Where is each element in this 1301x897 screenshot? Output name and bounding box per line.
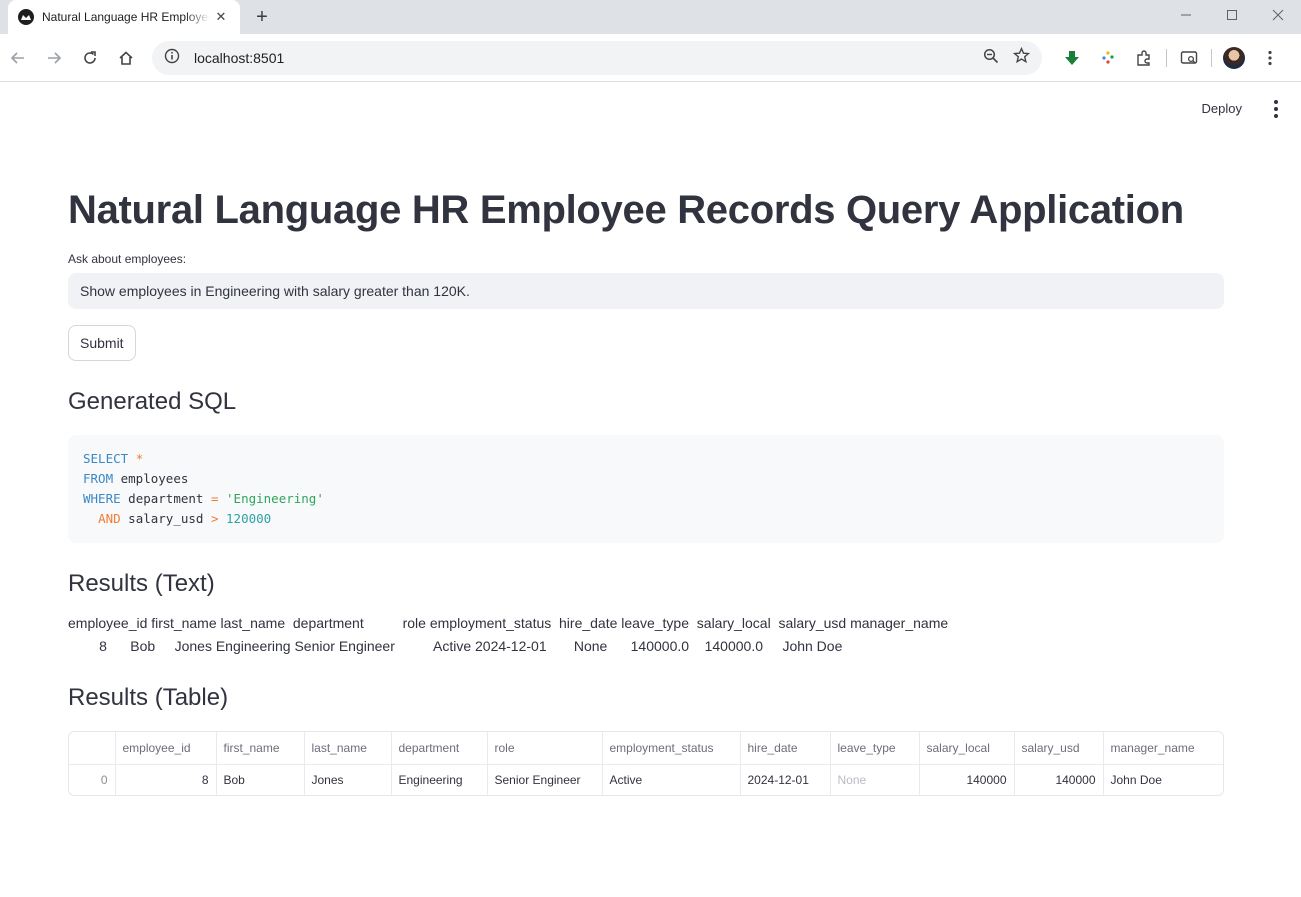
sql-code-line: WHERE department = 'Engineering' (83, 489, 1209, 509)
results-dataframe[interactable]: employee_id first_name last_name department… (68, 731, 1224, 796)
browser-menu-icon[interactable] (1252, 44, 1288, 72)
site-info-icon[interactable] (164, 48, 180, 69)
table-cell[interactable]: Jones (304, 764, 392, 795)
app-menu-icon[interactable] (1267, 98, 1285, 120)
maximize-icon[interactable] (1209, 0, 1255, 30)
new-tab-button[interactable]: + (250, 5, 274, 29)
sql-token: 'Engineering' (226, 491, 324, 506)
deploy-button[interactable]: Deploy (1202, 101, 1242, 116)
sql-code-line: SELECT * (83, 449, 1209, 469)
sql-token: department (120, 491, 211, 506)
close-tab-icon[interactable]: ✕ (212, 8, 230, 26)
column-header[interactable]: employee_id (115, 732, 217, 765)
sql-token: FROM (83, 471, 114, 486)
results-text-heading: Results (Text) (68, 570, 215, 597)
sql-code-line: AND salary_usd > 120000 (83, 509, 1209, 529)
puzzle-extensions-icon[interactable] (1126, 44, 1162, 72)
sql-token: AND (98, 511, 121, 526)
table-cell[interactable]: Engineering (391, 764, 488, 795)
sql-token: salary_usd (120, 511, 211, 526)
sql-token: WHERE (83, 491, 121, 506)
minimize-icon[interactable] (1163, 0, 1209, 30)
sql-token: * (135, 451, 144, 466)
results-table-heading: Results (Table) (68, 684, 229, 711)
generated-sql-heading: Generated SQL (68, 388, 237, 415)
table-cell[interactable]: John Doe (1103, 764, 1223, 795)
download-icon[interactable] (1054, 44, 1090, 72)
column-header[interactable]: employment_status (602, 732, 741, 765)
toolbar-separator (1211, 49, 1212, 67)
window-controls (1163, 0, 1301, 30)
column-header[interactable]: salary_local (919, 732, 1015, 765)
sql-token: 120000 (226, 511, 272, 526)
text-results-header: employee_id first_name last_name departm… (68, 615, 949, 631)
reload-icon[interactable] (78, 46, 102, 70)
tab-search-icon[interactable] (1171, 44, 1207, 72)
zoom-icon[interactable] (983, 48, 999, 69)
table-row[interactable]: 0 8 Bob Jones Engineering Senior Engineer Acti… (69, 764, 1223, 795)
toolbar-separator (1166, 49, 1167, 67)
extensions-area (1054, 44, 1288, 72)
sql-code-line: FROM employees (83, 469, 1209, 489)
address-bar[interactable]: localhost:8501 (152, 41, 1042, 75)
main-content: Natural Language HR Employee Records Que… (68, 180, 1224, 796)
table-cell[interactable]: 8 (115, 764, 217, 795)
column-header[interactable]: leave_type (830, 732, 920, 765)
sql-token: employees (113, 471, 189, 486)
app-header: Deploy (0, 83, 1301, 135)
home-icon[interactable] (114, 46, 138, 70)
forward-arrow-icon[interactable] (42, 46, 66, 70)
url-text: localhost:8501 (194, 50, 285, 66)
column-header[interactable]: salary_usd (1014, 732, 1104, 765)
tab-title: Natural Language HR Employee Records Que… (42, 10, 210, 24)
sql-token: SELECT (83, 451, 129, 466)
page-title: Natural Language HR Employee Records Que… (68, 188, 1184, 232)
table-cell[interactable]: 140000 (919, 764, 1015, 795)
column-header[interactable] (69, 732, 116, 765)
column-header[interactable]: manager_name (1103, 732, 1223, 765)
query-input-label: Ask about employees: (68, 252, 187, 266)
back-arrow-icon[interactable] (6, 46, 30, 70)
row-index-cell[interactable]: 0 (69, 764, 116, 795)
table-cell[interactable]: Active (602, 764, 741, 795)
column-header[interactable]: first_name (216, 732, 305, 765)
column-header[interactable]: hire_date (740, 732, 831, 765)
table-cell[interactable]: None (830, 764, 920, 795)
sql-code-block: SELECT * FROM employees WHERE department =… (68, 435, 1224, 543)
table-header-row: employee_id first_name last_name department… (69, 732, 1223, 765)
table-cell[interactable]: 140000 (1014, 764, 1104, 795)
profile-avatar[interactable] (1216, 44, 1252, 72)
bookmark-star-icon[interactable] (1012, 46, 1031, 69)
text-results-row: 8 Bob Jones Engineering Senior Engineer … (68, 638, 843, 654)
text-results: employee_id first_name last_name departm… (68, 615, 1224, 661)
table-body: 0 8 Bob Jones Engineering Senior Engineer Acti… (69, 764, 1223, 795)
query-input[interactable]: Show employees in Engineering with salar… (68, 273, 1224, 309)
column-header[interactable]: department (391, 732, 488, 765)
browser-toolbar: localhost:8501 (0, 34, 1301, 82)
streamlit-favicon-icon (18, 9, 34, 25)
submit-button[interactable]: Submit (68, 325, 136, 361)
browser-tab[interactable]: Natural Language HR Employee Records Que… (8, 0, 240, 34)
table-cell[interactable]: Senior Engineer (487, 764, 603, 795)
column-header[interactable]: role (487, 732, 603, 765)
close-window-icon[interactable] (1255, 0, 1301, 30)
table-cell[interactable]: Bob (216, 764, 305, 795)
sparkle-extension-icon[interactable] (1090, 44, 1126, 72)
browser-tabstrip: Natural Language HR Employee Records Que… (0, 0, 1301, 34)
column-header[interactable]: last_name (304, 732, 392, 765)
table-cell[interactable]: 2024-12-01 (740, 764, 831, 795)
